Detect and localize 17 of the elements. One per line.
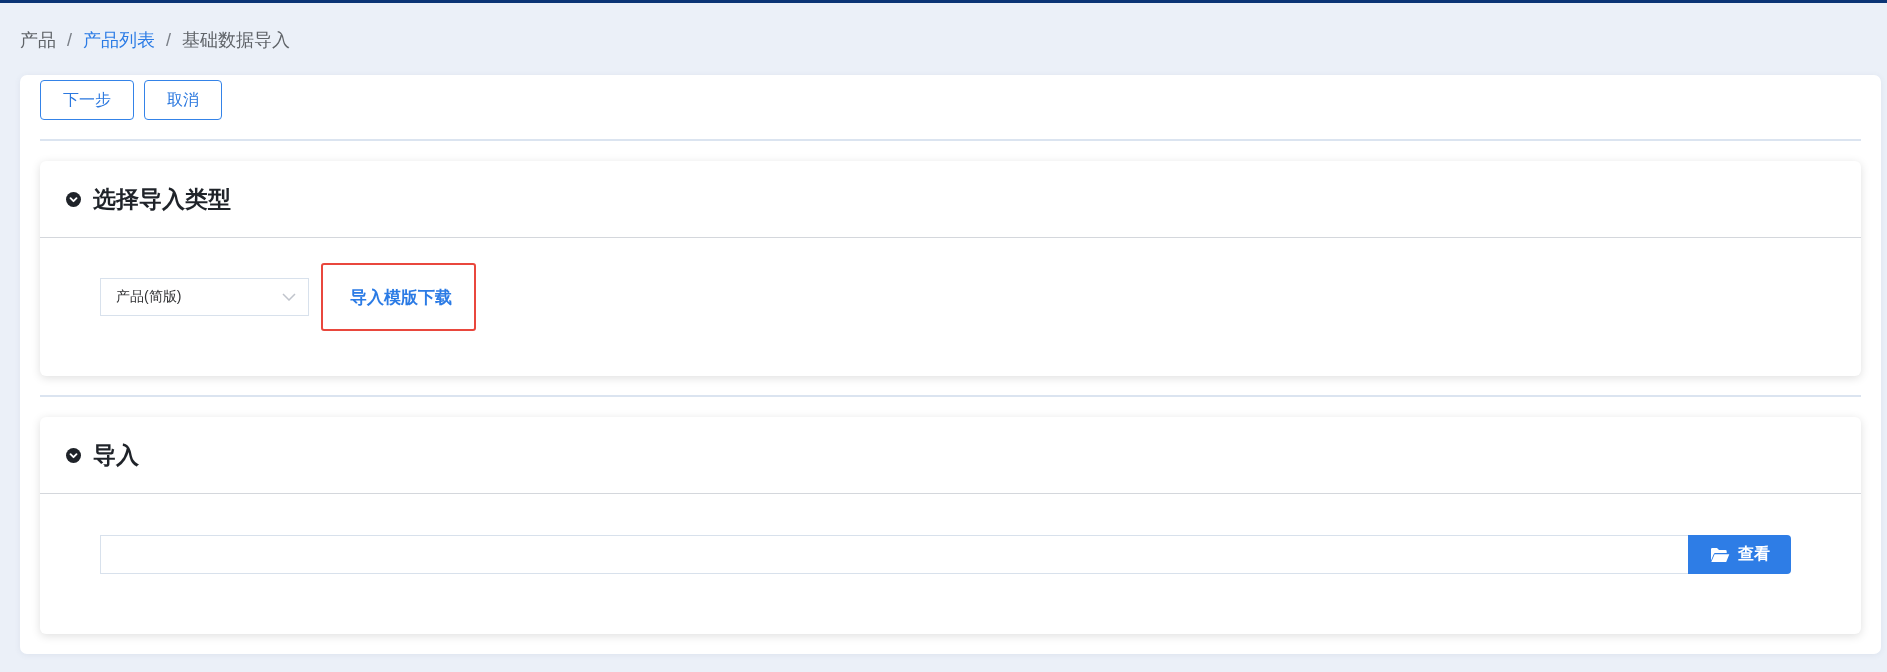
file-path-field[interactable] xyxy=(100,535,1688,574)
breadcrumb-separator: / xyxy=(166,29,172,52)
download-template-link[interactable]: 导入模版下载 xyxy=(321,263,476,331)
breadcrumb-item: 产品 xyxy=(20,29,56,52)
breadcrumb-separator: / xyxy=(67,29,72,52)
chevron-down-icon xyxy=(282,293,296,301)
breadcrumb-item: 基础数据导入 xyxy=(182,29,291,52)
chevron-down-circle-icon[interactable] xyxy=(66,447,81,463)
cancel-button[interactable]: 取消 xyxy=(144,80,222,120)
section-title: 选择导入类型 xyxy=(93,184,231,214)
folder-open-icon xyxy=(1709,546,1730,563)
next-step-button[interactable]: 下一步 xyxy=(40,80,134,120)
breadcrumb-link[interactable]: 产品列表 xyxy=(83,28,155,52)
browse-button[interactable]: 查看 xyxy=(1688,535,1791,574)
type-select[interactable]: 产品(简版) xyxy=(100,278,309,316)
chevron-down-circle-icon[interactable] xyxy=(66,191,81,207)
section-title: 导入 xyxy=(93,440,139,470)
